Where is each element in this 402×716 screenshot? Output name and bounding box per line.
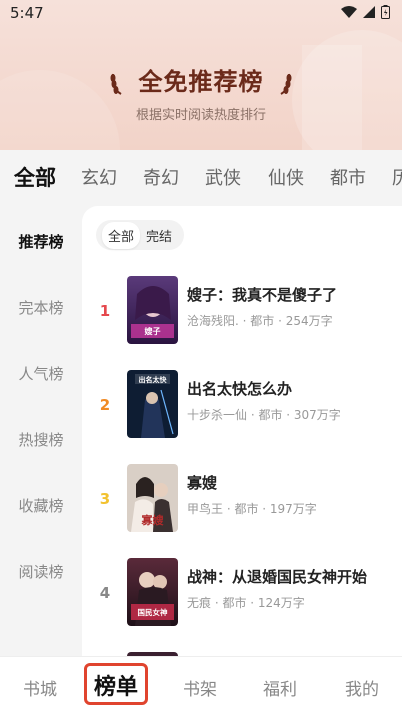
nav-welfare[interactable]: 福利 <box>250 675 310 700</box>
svg-text:国民女神: 国民女神 <box>138 607 168 617</box>
tab-dushi[interactable]: 都市 <box>330 164 366 190</box>
rank-number: 1 <box>99 302 111 320</box>
nav-profile[interactable]: 我的 <box>332 675 392 700</box>
book-meta: 甲鸟王 · 都市 · 197万字 <box>187 502 317 516</box>
laurel-right-icon <box>280 73 292 95</box>
signal-icon <box>363 6 375 18</box>
ranking-sidebar: 推荐榜 完本榜 人气榜 热搜榜 收藏榜 阅读榜 <box>0 206 82 656</box>
sidebar-item-recommend[interactable]: 推荐榜 <box>0 231 82 252</box>
nav-bookstore[interactable]: 书城 <box>10 675 70 700</box>
tab-xuanhuan[interactable]: 玄幻 <box>81 164 117 190</box>
sidebar-item-reads[interactable]: 阅读榜 <box>0 561 82 582</box>
sidebar-item-favorites[interactable]: 收藏榜 <box>0 495 82 516</box>
nav-bookshelf[interactable]: 书架 <box>170 675 230 700</box>
book-item[interactable]: 1 嫂子 嫂子：我真不是傻子了 沧海残阳. · 都市 · 254万字 <box>82 276 402 356</box>
hero-decoration <box>302 45 362 150</box>
book-title: 战神：从退婚国民女神开始 <box>187 568 368 586</box>
tab-xianxia[interactable]: 仙侠 <box>268 164 304 190</box>
tab-all[interactable]: 全部 <box>14 162 56 192</box>
book-title: 出名太快怎么办 <box>187 380 293 398</box>
rank-number: 2 <box>99 396 111 414</box>
book-meta: 十步杀一仙 · 都市 · 307万字 <box>187 408 341 422</box>
tab-qihuan[interactable]: 奇幻 <box>143 164 179 190</box>
sidebar-item-completed[interactable]: 完本榜 <box>0 297 82 318</box>
filter-all-chip[interactable]: 全部 <box>102 221 141 249</box>
laurel-left-icon <box>110 73 122 95</box>
sidebar-item-popular[interactable]: 人气榜 <box>0 363 82 384</box>
tab-wuxia[interactable]: 武侠 <box>205 164 241 190</box>
book-cover[interactable]: 嫂子 <box>127 276 178 344</box>
status-time: 5:47 <box>10 4 44 22</box>
book-cover[interactable]: 出名太快 <box>127 370 178 438</box>
hero-subtitle: 根据实时阅读热度排行 <box>135 108 266 123</box>
hero-banner: 5:47 全免推荐榜 根据实时阅读热度排行 <box>0 0 402 150</box>
book-title: 寡嫂 <box>187 474 218 492</box>
wifi-icon <box>341 6 357 18</box>
battery-icon <box>381 5 390 19</box>
book-item[interactable]: 4 国民女神 战神：从退婚国民女神开始 无痕 · 都市 · 124万字 <box>82 558 402 638</box>
book-meta: 沧海残阳. · 都市 · 254万字 <box>187 314 333 328</box>
book-item[interactable]: 3 寡嫂 寡嫂 甲鸟王 · 都市 · 197万字 <box>82 464 402 544</box>
book-meta: 无痕 · 都市 · 124万字 <box>187 596 305 610</box>
svg-text:出名太快: 出名太快 <box>139 375 168 384</box>
svg-text:嫂子: 嫂子 <box>145 326 161 336</box>
bottom-nav: 书城 榜单 书架 福利 我的 <box>0 656 402 716</box>
status-filter: 全部 完结 <box>96 220 185 250</box>
hero-title: 全免推荐榜 <box>138 68 264 96</box>
nav-rankings[interactable]: 榜单 <box>86 669 146 701</box>
tab-lishi[interactable]: 历 <box>392 164 402 190</box>
status-icons <box>341 5 390 19</box>
book-cover[interactable]: 国民女神 <box>127 558 178 626</box>
hero-title-row: 全免推荐榜 <box>0 62 402 97</box>
sidebar-item-trending[interactable]: 热搜榜 <box>0 429 82 450</box>
book-cover[interactable]: 寡嫂 <box>127 464 178 532</box>
category-tabs: 全部 玄幻 奇幻 武侠 仙侠 都市 历 <box>0 150 402 206</box>
book-item[interactable]: 2 出名太快 出名太快怎么办 十步杀一仙 · 都市 · 307万字 <box>82 370 402 450</box>
rank-number: 4 <box>99 584 111 602</box>
rank-number: 3 <box>99 490 111 508</box>
book-title: 嫂子：我真不是傻子了 <box>187 286 338 304</box>
filter-completed-chip[interactable]: 完结 <box>140 222 178 249</box>
book-list-panel: 全部 完结 1 嫂子 嫂子：我真不是傻子了 沧海残阳. · 都市 · 254万字… <box>82 206 402 666</box>
svg-text:寡嫂: 寡嫂 <box>141 513 165 527</box>
